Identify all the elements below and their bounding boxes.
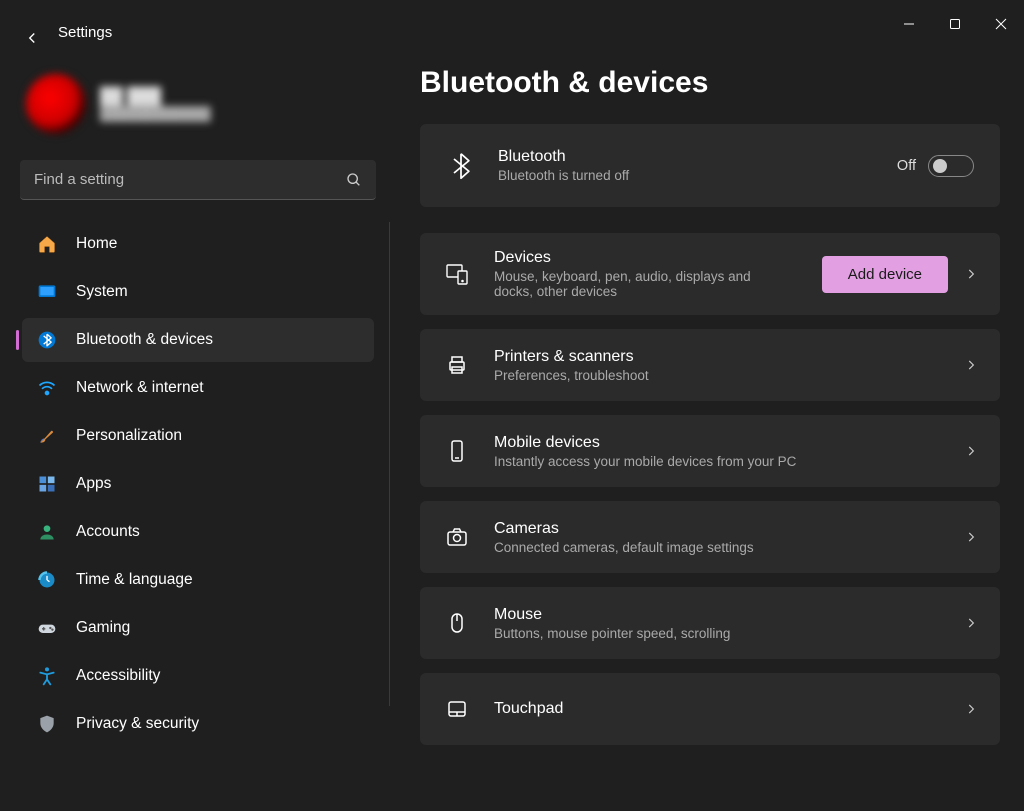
minimize-icon xyxy=(903,18,915,30)
camera-icon xyxy=(442,525,472,549)
card-subtitle: Connected cameras, default image setting… xyxy=(494,540,964,555)
card-title: Cameras xyxy=(494,520,964,538)
sidebar-item-label: Apps xyxy=(76,475,111,493)
wifi-icon xyxy=(36,377,58,399)
clock-icon xyxy=(36,569,58,591)
accessibility-icon xyxy=(36,665,58,687)
maximize-icon xyxy=(949,18,961,30)
chevron-right-icon xyxy=(964,616,978,630)
sidebar-item-label: Accounts xyxy=(76,523,140,541)
sidebar-item-accounts[interactable]: Accounts xyxy=(22,510,374,554)
add-device-button[interactable]: Add device xyxy=(822,256,948,293)
sidebar-item-label: Personalization xyxy=(76,427,182,445)
bluetooth-icon xyxy=(446,152,476,180)
card-title: Devices xyxy=(494,249,822,267)
avatar xyxy=(26,74,86,134)
sidebar-item-label: Bluetooth & devices xyxy=(76,331,213,349)
devices-icon xyxy=(442,262,472,286)
app-title: Settings xyxy=(58,24,112,41)
titlebar: Settings xyxy=(0,0,1024,48)
sidebar-item-accessibility[interactable]: Accessibility xyxy=(22,654,374,698)
sidebar-item-label: Privacy & security xyxy=(76,715,199,733)
card-title: Touchpad xyxy=(494,700,964,718)
card-title: Mouse xyxy=(494,606,964,624)
card-subtitle: Mouse, keyboard, pen, audio, displays an… xyxy=(494,269,754,299)
sidebar-item-label: Accessibility xyxy=(76,667,160,685)
gamepad-icon xyxy=(36,617,58,639)
phone-icon xyxy=(442,439,472,463)
search-icon xyxy=(346,172,362,188)
sidebar-item-bluetooth[interactable]: Bluetooth & devices xyxy=(22,318,374,362)
touchpad-card[interactable]: Touchpad xyxy=(420,673,1000,745)
brush-icon xyxy=(36,425,58,447)
card-title: Mobile devices xyxy=(494,434,964,452)
card-subtitle: Preferences, troubleshoot xyxy=(494,368,964,383)
bluetooth-toggle[interactable] xyxy=(928,155,974,177)
sidebar-item-gaming[interactable]: Gaming xyxy=(22,606,374,650)
user-profile[interactable]: ██ ███ ████████████ xyxy=(26,74,384,134)
sidebar-item-label: Home xyxy=(76,235,117,253)
card-title: Printers & scanners xyxy=(494,348,964,366)
page-title: Bluetooth & devices xyxy=(420,66,1000,100)
sidebar-item-system[interactable]: System xyxy=(22,270,374,314)
mouse-icon xyxy=(442,611,472,635)
apps-icon xyxy=(36,473,58,495)
search-input[interactable] xyxy=(34,171,346,188)
toggle-state-label: Off xyxy=(897,158,916,174)
sidebar-item-label: Time & language xyxy=(76,571,193,589)
bluetooth-icon xyxy=(36,329,58,351)
maximize-button[interactable] xyxy=(932,8,978,40)
sidebar-item-network[interactable]: Network & internet xyxy=(22,366,374,410)
touchpad-icon xyxy=(442,697,472,721)
card-subtitle: Buttons, mouse pointer speed, scrolling xyxy=(494,626,964,641)
bluetooth-card: Bluetooth Bluetooth is turned off Off xyxy=(420,124,1000,207)
back-button[interactable] xyxy=(18,24,46,52)
search-box[interactable] xyxy=(20,160,376,200)
sidebar-item-home[interactable]: Home xyxy=(22,222,374,266)
chevron-right-icon xyxy=(964,444,978,458)
sidebar-item-label: Gaming xyxy=(76,619,130,637)
mouse-card[interactable]: Mouse Buttons, mouse pointer speed, scro… xyxy=(420,587,1000,659)
close-button[interactable] xyxy=(978,8,1024,40)
divider xyxy=(389,222,390,706)
person-icon xyxy=(36,521,58,543)
chevron-right-icon xyxy=(964,702,978,716)
close-icon xyxy=(995,18,1007,30)
sidebar-item-label: System xyxy=(76,283,128,301)
nav: Home System Bluetooth & devices Network … xyxy=(16,222,384,746)
toggle-knob xyxy=(933,159,947,173)
chevron-right-icon xyxy=(964,267,978,281)
minimize-button[interactable] xyxy=(886,8,932,40)
sidebar: ██ ███ ████████████ Home System xyxy=(0,48,392,750)
card-title: Bluetooth xyxy=(498,148,897,166)
shield-icon xyxy=(36,713,58,735)
sidebar-item-apps[interactable]: Apps xyxy=(22,462,374,506)
profile-sub: ████████████ xyxy=(100,106,211,121)
cameras-card[interactable]: Cameras Connected cameras, default image… xyxy=(420,501,1000,573)
profile-name: ██ ███ xyxy=(100,88,211,106)
sidebar-item-label: Network & internet xyxy=(76,379,204,397)
sidebar-item-privacy[interactable]: Privacy & security xyxy=(22,702,374,746)
chevron-right-icon xyxy=(964,358,978,372)
home-icon xyxy=(36,233,58,255)
system-icon xyxy=(36,281,58,303)
printer-icon xyxy=(442,353,472,377)
card-subtitle: Bluetooth is turned off xyxy=(498,168,897,183)
arrow-left-icon xyxy=(23,29,41,47)
sidebar-item-time[interactable]: Time & language xyxy=(22,558,374,602)
printers-card[interactable]: Printers & scanners Preferences, trouble… xyxy=(420,329,1000,401)
mobile-devices-card[interactable]: Mobile devices Instantly access your mob… xyxy=(420,415,1000,487)
devices-card[interactable]: Devices Mouse, keyboard, pen, audio, dis… xyxy=(420,233,1000,315)
chevron-right-icon xyxy=(964,530,978,544)
card-subtitle: Instantly access your mobile devices fro… xyxy=(494,454,964,469)
sidebar-item-personalization[interactable]: Personalization xyxy=(22,414,374,458)
main-content: Bluetooth & devices Bluetooth Bluetooth … xyxy=(392,48,1024,750)
